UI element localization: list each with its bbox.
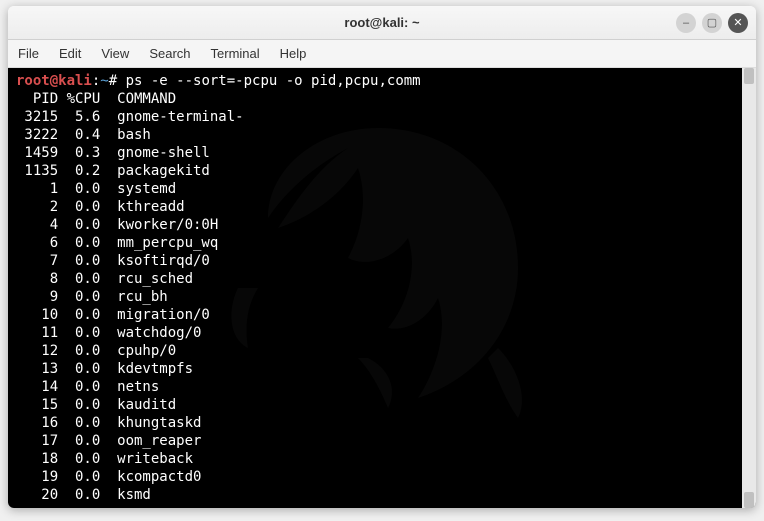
titlebar: root@kali: ~ – ▢ ✕ (8, 6, 756, 40)
terminal-window: root@kali: ~ – ▢ ✕ File Edit View Search… (8, 6, 756, 508)
terminal-viewport[interactable]: root@kali:~# ps -e --sort=-pcpu -o pid,p… (8, 68, 756, 508)
terminal-content[interactable]: root@kali:~# ps -e --sort=-pcpu -o pid,p… (8, 68, 756, 508)
close-button[interactable]: ✕ (728, 13, 748, 33)
prompt-user-host: root@kali (16, 73, 92, 89)
vertical-scrollbar[interactable] (742, 68, 756, 508)
window-controls: – ▢ ✕ (676, 13, 748, 33)
prompt-command: ps -e --sort=-pcpu -o pid,pcpu,comm (126, 73, 421, 89)
menu-file[interactable]: File (16, 42, 41, 65)
window-title: root@kali: ~ (344, 15, 419, 30)
menu-search[interactable]: Search (147, 42, 192, 65)
menu-view[interactable]: View (99, 42, 131, 65)
menu-terminal[interactable]: Terminal (209, 42, 262, 65)
maximize-button[interactable]: ▢ (702, 13, 722, 33)
ps-header-row: PID %CPU COMMAND (16, 91, 176, 107)
menu-edit[interactable]: Edit (57, 42, 83, 65)
scroll-stepper-up[interactable] (744, 68, 754, 84)
scroll-stepper-down[interactable] (744, 492, 754, 508)
menu-help[interactable]: Help (278, 42, 309, 65)
minimize-button[interactable]: – (676, 13, 696, 33)
prompt-path: ~ (100, 73, 108, 89)
prompt-hash: # (109, 73, 126, 89)
menubar: File Edit View Search Terminal Help (8, 40, 756, 68)
process-rows: 3215 5.6 gnome-terminal- 3222 0.4 bash 1… (16, 109, 244, 503)
